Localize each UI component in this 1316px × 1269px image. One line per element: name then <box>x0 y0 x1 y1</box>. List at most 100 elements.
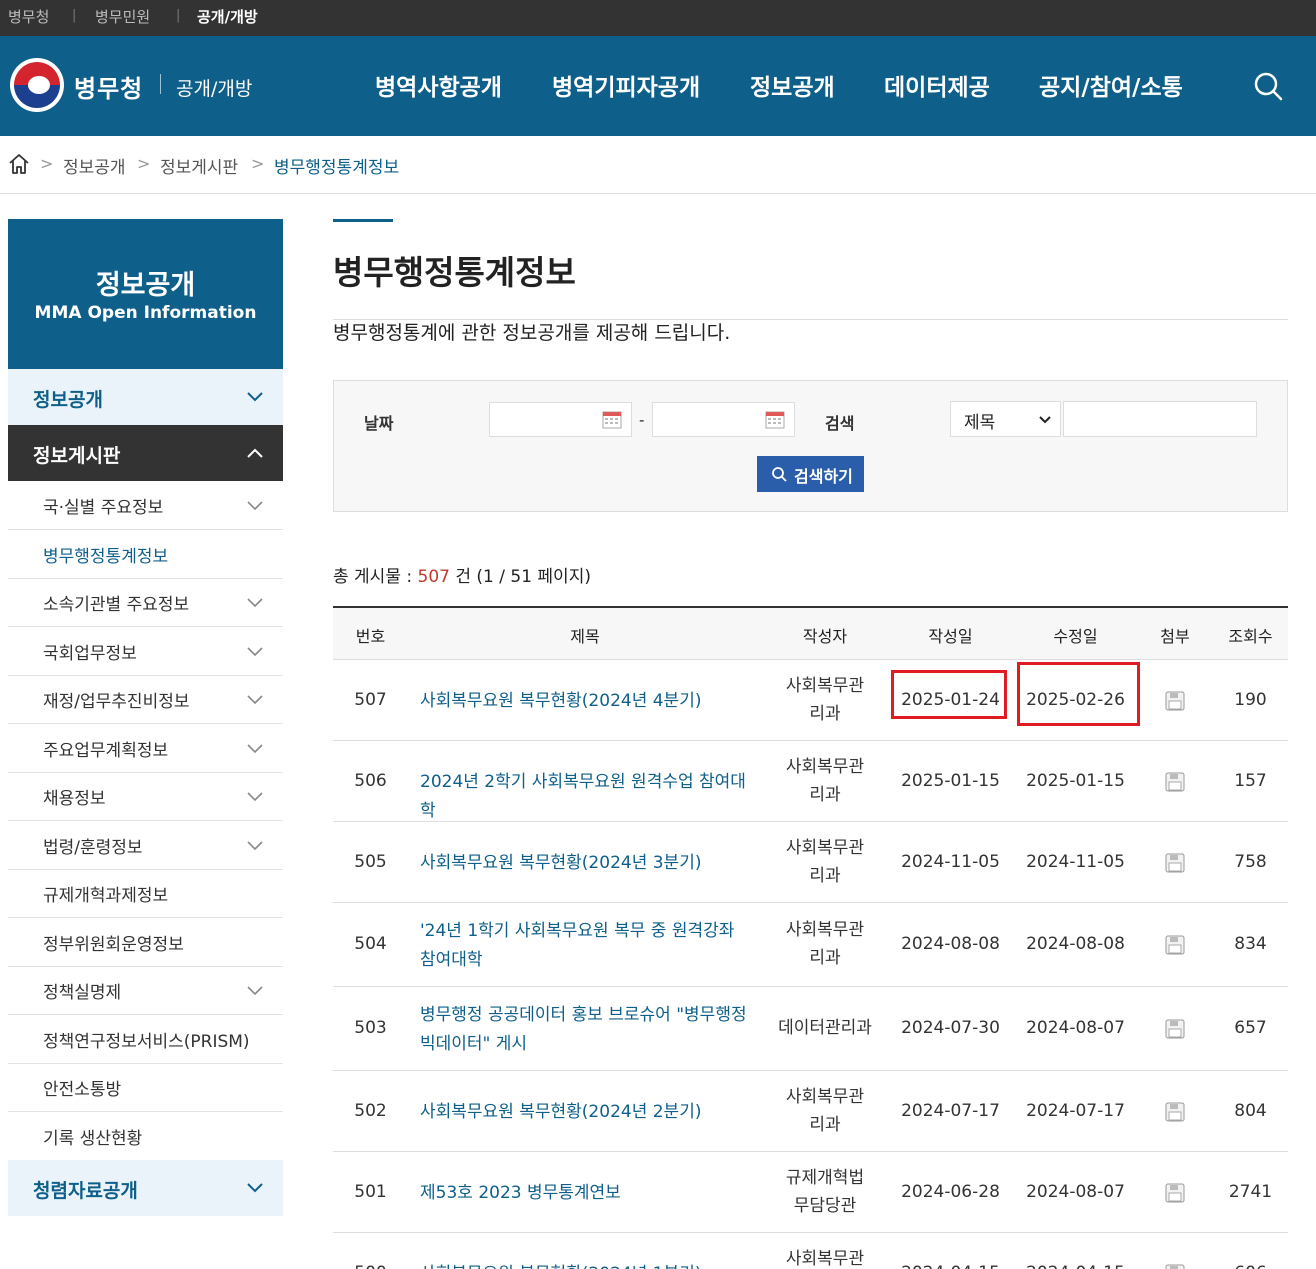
sidebar-subitem[interactable]: 소속기관별 주요정보 <box>8 578 283 627</box>
search-icon[interactable] <box>1252 70 1284 102</box>
table-row: 503 병무행정 공공데이터 홍보 브로슈어 "병무행정 빅데이터" 게시 데이터관… <box>333 987 1288 1071</box>
search-keyword-input[interactable] <box>1063 401 1257 437</box>
row-title-link[interactable]: 2024년 2학기 사회복무요원 원격수업 참여대학 <box>420 768 755 826</box>
sidebar-item-integrity[interactable]: 청렴자료공개 <box>8 1160 283 1216</box>
table-row: 506 2024년 2학기 사회복무요원 원격수업 참여대학 사회복무관리과 2025… <box>333 741 1288 822</box>
sidebar-subitem[interactable]: 국·실별 주요정보 <box>8 481 283 530</box>
row-number: 500 <box>333 1263 408 1269</box>
sidebar-subitem-label: 기록 생산현황 <box>43 1129 143 1149</box>
sidebar-subitem[interactable]: 기록 생산현황 <box>8 1112 283 1161</box>
attachment-icon[interactable] <box>1163 772 1187 794</box>
row-number: 501 <box>354 1182 387 1202</box>
search-field-select[interactable]: 제목 <box>950 401 1061 437</box>
row-views: 758 <box>1234 852 1267 872</box>
row-modified-date: 2024-08-07 <box>1026 1018 1125 1038</box>
chevron-down-icon <box>247 598 263 608</box>
breadcrumb-item[interactable]: 정보공개 <box>63 153 126 178</box>
util-link-open[interactable]: 공개/개방 <box>197 6 258 27</box>
taegeuk-logo-icon[interactable] <box>10 58 64 112</box>
nav-evaders[interactable]: 병역기피자공개 <box>552 68 700 102</box>
sidebar-subitem[interactable]: 채용정보 <box>8 772 283 821</box>
sidebar-subitem-label: 채용정보 <box>43 789 106 809</box>
chevron-right-icon: > <box>40 154 54 173</box>
row-title-link[interactable]: 사회복무요원 복무현황(2024년 1분기) <box>420 1260 755 1269</box>
util-link-civil[interactable]: 병무민원 <box>95 6 150 27</box>
total-count: 총 게시물 : 507 건 (1 / 51 페이지) <box>333 562 591 587</box>
attachment-icon[interactable] <box>1163 691 1187 713</box>
row-title-link[interactable]: 사회복무요원 복무현황(2024년 2분기) <box>420 1098 755 1127</box>
calendar-icon[interactable] <box>602 409 622 429</box>
row-views: 606 <box>1213 1263 1288 1269</box>
attachment-icon[interactable] <box>1163 1102 1187 1124</box>
attachment-icon[interactable] <box>1163 935 1187 957</box>
row-title-link[interactable]: 제53호 2023 병무통계연보 <box>420 1179 755 1208</box>
col-header-writer: 작성자 <box>802 627 848 646</box>
nav-data[interactable]: 데이터제공 <box>884 68 990 102</box>
sidebar-subitem[interactable]: 정책실명제 <box>8 966 283 1015</box>
chevron-down-icon <box>247 1183 263 1193</box>
chevron-down-icon <box>247 501 263 511</box>
attachment-icon[interactable] <box>1163 1019 1187 1041</box>
nav-notice[interactable]: 공지/참여/소통 <box>1039 68 1183 102</box>
attachment-icon[interactable] <box>1163 1183 1187 1205</box>
date-label: 날짜 <box>364 414 394 433</box>
row-title-link[interactable]: 병무행정 공공데이터 홍보 브로슈어 "병무행정 빅데이터" 게시 <box>420 1001 755 1059</box>
search-button[interactable]: 검색하기 <box>757 456 864 492</box>
total-count-number: 507 <box>417 567 450 587</box>
row-created-date: 2025-01-15 <box>901 771 1000 791</box>
page-title: 병무행정통계정보 <box>333 253 576 292</box>
table-row: 507 사회복무요원 복무현황(2024년 4분기) 사회복무관리과 2025-01-… <box>333 660 1288 741</box>
util-link-mma[interactable]: 병무청 <box>8 6 49 27</box>
sidebar-subitem[interactable]: 안전소통방 <box>8 1063 283 1112</box>
sidebar-subitem-label: 정부위원회운영정보 <box>43 935 184 955</box>
table-row: 505 사회복무요원 복무현황(2024년 3분기) 사회복무관리과 2024-11-… <box>333 822 1288 903</box>
row-views: 657 <box>1234 1018 1267 1038</box>
col-header-no: 번호 <box>355 627 386 646</box>
attachment-icon[interactable] <box>1163 853 1187 875</box>
sidebar-item-info-disclosure[interactable]: 정보공개 <box>8 369 283 425</box>
row-views: 2741 <box>1228 1182 1273 1202</box>
breadcrumb-item[interactable]: 정보게시판 <box>160 153 238 178</box>
sidebar-subitem-label: 안전소통방 <box>43 1080 122 1100</box>
end-date-input[interactable] <box>652 402 795 437</box>
row-created-date: 2024-06-28 <box>901 1182 1000 1202</box>
col-header-attachment: 첨부 <box>1160 627 1190 646</box>
row-number: 503 <box>354 1018 387 1038</box>
row-modified-date: 2025-01-15 <box>1026 771 1125 791</box>
sidebar-title: 정보공개 <box>95 270 196 301</box>
chevron-down-icon <box>247 392 263 402</box>
total-prefix: 총 게시물 : <box>333 567 418 587</box>
row-created-date: 2024-07-17 <box>901 1101 1000 1121</box>
nav-military-info[interactable]: 병역사항공개 <box>375 68 502 102</box>
row-writer: 사회복무관리과 <box>785 676 865 724</box>
sidebar-subitem-active[interactable]: 병무행정통계정보 <box>8 530 283 579</box>
row-views: 157 <box>1234 771 1267 791</box>
calendar-icon[interactable] <box>765 409 785 429</box>
sidebar-subitem-label: 재정/업무추진비정보 <box>43 692 190 712</box>
row-title-link[interactable]: '24년 1학기 사회복무요원 복무 중 원격강좌 참여대학 <box>420 917 755 975</box>
sidebar-subitem[interactable]: 국회업무정보 <box>8 627 283 676</box>
row-writer: 사회복무관리과 <box>785 757 865 805</box>
table-row: 504 '24년 1학기 사회복무요원 복무 중 원격강좌 참여대학 사회복무관리과… <box>333 903 1288 987</box>
breadcrumb-current: 병무행정통계정보 <box>274 158 400 178</box>
start-date-input[interactable] <box>489 402 632 437</box>
row-modified-date: 2024-04-15 <box>1018 1263 1133 1269</box>
sidebar-subitem[interactable]: 규제개혁과제정보 <box>8 869 283 918</box>
sidebar-item-info-board[interactable]: 정보게시판 <box>8 425 283 481</box>
sidebar-subitem[interactable]: 법령/훈령정보 <box>8 821 283 870</box>
sidebar-subitem[interactable]: 정부위원회운영정보 <box>8 918 283 967</box>
sidebar-subitem[interactable]: 정책연구정보서비스(PRISM) <box>8 1015 283 1064</box>
nav-info-disclosure[interactable]: 정보공개 <box>750 68 835 102</box>
sidebar-subitem-label: 소속기관별 주요정보 <box>43 595 190 615</box>
logo-name[interactable]: 병무청 <box>74 69 143 104</box>
sidebar-subitem[interactable]: 재정/업무추진비정보 <box>8 675 283 724</box>
sidebar-subitem[interactable]: 주요업무계획정보 <box>8 724 283 773</box>
logo-subtitle[interactable]: 공개/개방 <box>176 74 252 101</box>
sidebar-subitem-label: 정책실명제 <box>43 983 122 1003</box>
row-title-link[interactable]: 사회복무요원 복무현황(2024년 3분기) <box>420 849 755 878</box>
attachment-icon[interactable] <box>1163 1264 1187 1269</box>
util-separator: | <box>72 8 77 23</box>
row-title-link[interactable]: 사회복무요원 복무현황(2024년 4분기) <box>420 687 755 716</box>
home-icon[interactable] <box>8 153 30 175</box>
row-number: 505 <box>354 852 387 872</box>
